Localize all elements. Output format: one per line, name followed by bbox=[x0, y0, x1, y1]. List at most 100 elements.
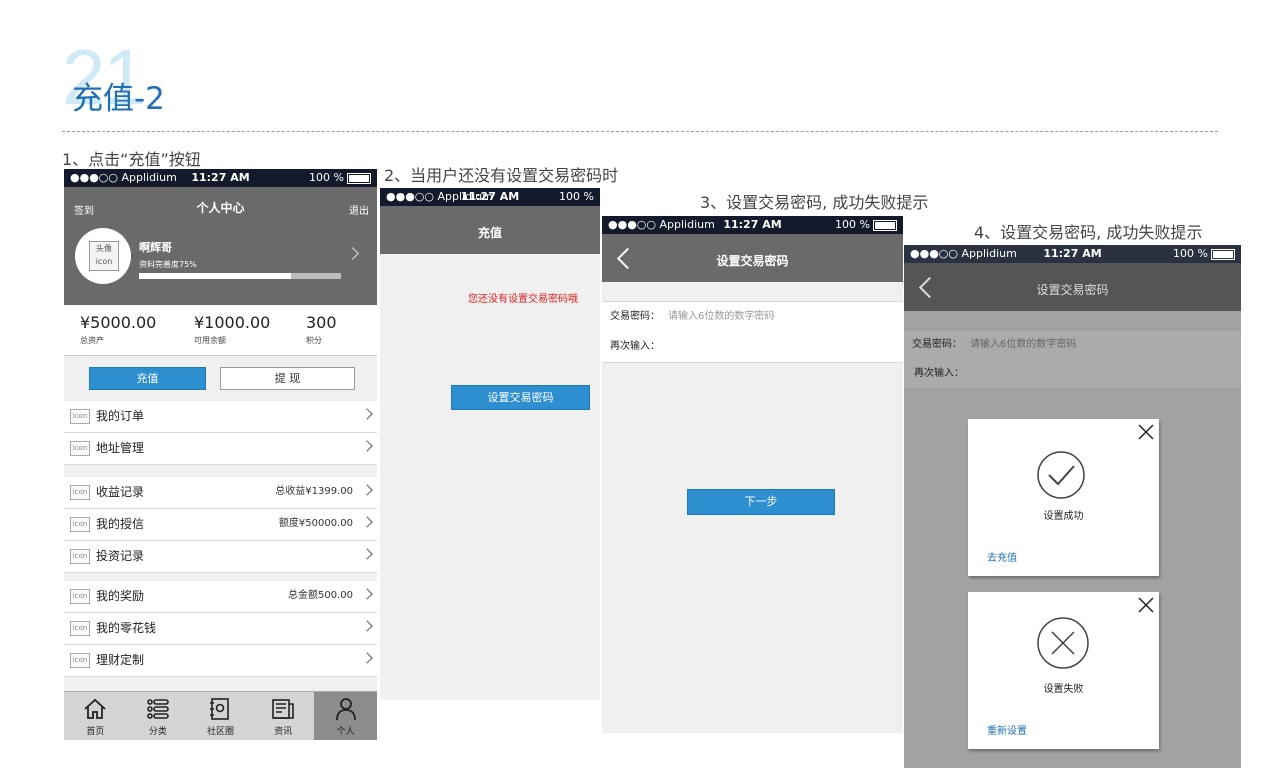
divider bbox=[62, 131, 1218, 132]
stat-label: 积分 bbox=[306, 336, 322, 345]
nav-title: 充值 bbox=[477, 226, 502, 240]
stat-value: ¥1000.00 bbox=[194, 313, 271, 332]
logout-button[interactable]: 退出 bbox=[349, 202, 369, 217]
header-title: 个人中心 bbox=[196, 201, 245, 215]
list-item[interactable]: icon 投资记录 bbox=[64, 541, 377, 573]
password-input[interactable]: 请输入6位数的数字密码 bbox=[668, 302, 774, 332]
close-icon[interactable] bbox=[1137, 596, 1155, 614]
tab-home[interactable]: 首页 bbox=[64, 692, 127, 740]
battery-label: 100 % bbox=[1173, 247, 1208, 260]
battery-indicator: 100 % bbox=[835, 216, 897, 234]
item-icon: icon bbox=[70, 549, 90, 564]
tab-label: 分类 bbox=[148, 727, 167, 737]
nav-bar: 设置交易密码 bbox=[904, 263, 1241, 311]
go-recharge-link[interactable]: 去充值 bbox=[987, 549, 1017, 564]
nav-title: 设置交易密码 bbox=[716, 254, 789, 268]
screen-personal-center: ●●●○○ Applidium 11:27 AM 100 % 签到 个人中心 退… bbox=[64, 169, 377, 740]
stat-available-balance: ¥1000.00 可用余额 bbox=[194, 313, 270, 346]
list-item[interactable]: icon 我的零花钱 bbox=[64, 613, 377, 645]
stat-total-assets: ¥5000.00 总资产 bbox=[80, 313, 156, 346]
item-icon: icon bbox=[70, 485, 90, 500]
confirm-password-label: 再次输入： bbox=[610, 341, 660, 352]
battery-label: 100 % bbox=[835, 218, 870, 231]
tab-label: 首页 bbox=[86, 727, 105, 737]
close-icon[interactable] bbox=[1137, 423, 1155, 441]
confirm-password-row[interactable]: 再次输入： bbox=[602, 332, 903, 363]
cross-circle-icon bbox=[1037, 617, 1089, 669]
battery-icon bbox=[1211, 248, 1235, 260]
list-item-label: 理财定制 bbox=[96, 653, 145, 667]
list-item[interactable]: icon 收益记录 总收益¥1399.00 bbox=[64, 477, 377, 509]
list-item[interactable]: icon 我的奖励 总金额500.00 bbox=[64, 581, 377, 613]
status-bar: ●●●○○ Applidium 11:27 AM 100 % bbox=[602, 216, 903, 234]
recharge-button[interactable]: 充值 bbox=[89, 367, 206, 390]
chevron-right-icon bbox=[361, 516, 373, 528]
password-label: 交易密码： bbox=[610, 311, 660, 322]
user-name: 啊辉哥 bbox=[139, 241, 172, 254]
item-icon: icon bbox=[70, 409, 90, 424]
list-item-label: 地址管理 bbox=[96, 441, 145, 455]
page-title: 充值-2 bbox=[72, 81, 165, 117]
tab-news[interactable]: 资讯 bbox=[252, 692, 315, 740]
next-step-button[interactable]: 下一步 bbox=[687, 489, 835, 515]
list-item-value: 总收益¥1399.00 bbox=[275, 486, 353, 497]
success-message: 设置成功 bbox=[1043, 511, 1084, 522]
chevron-right-icon bbox=[361, 408, 373, 420]
password-input[interactable]: 请输入6位数的数字密码 bbox=[970, 330, 1076, 359]
battery-label: 100 % bbox=[309, 171, 344, 184]
password-row[interactable]: 交易密码： 请输入6位数的数字密码 bbox=[904, 329, 1241, 360]
screen-recharge: ●●●○○ Applidium 11:27 AM 100 % 充值 您还没有设置… bbox=[380, 188, 600, 700]
step-1-caption: 1、点击“充值”按钮 bbox=[62, 150, 201, 169]
password-row[interactable]: 交易密码： 请输入6位数的数字密码 bbox=[602, 301, 903, 333]
chevron-right-icon bbox=[361, 484, 373, 496]
avatar-placeholder: 头像 icon bbox=[89, 241, 119, 271]
list-item-label: 我的授信 bbox=[96, 517, 145, 531]
avatar[interactable]: 头像 icon bbox=[75, 228, 131, 284]
confirm-password-row[interactable]: 再次输入： bbox=[904, 359, 1241, 389]
fail-message: 设置失败 bbox=[1043, 684, 1084, 695]
list-item-value: 总金额500.00 bbox=[288, 590, 353, 601]
list-item[interactable]: icon 理财定制 bbox=[64, 645, 377, 677]
asset-stats: ¥5000.00 总资产 ¥1000.00 可用余额 300 积分 bbox=[64, 305, 377, 356]
list-icon bbox=[147, 699, 169, 719]
tab-user[interactable]: 个人 bbox=[314, 692, 377, 740]
battery-icon bbox=[347, 172, 371, 184]
list-item-label: 收益记录 bbox=[96, 485, 145, 499]
list-item-label: 我的订单 bbox=[96, 409, 145, 423]
list-item[interactable]: icon 我的订单 bbox=[64, 401, 377, 433]
tab-community[interactable]: 社区圈 bbox=[189, 692, 252, 740]
tab-bar: 首页 分类 社区圈 资讯 个人 bbox=[64, 691, 377, 740]
list-item-label: 投资记录 bbox=[96, 549, 145, 563]
tab-label: 资讯 bbox=[274, 727, 293, 737]
stat-value: 300 bbox=[306, 313, 337, 332]
community-icon bbox=[210, 698, 230, 720]
status-bar: ●●●○○ Applidium 11:27 AM 100 % bbox=[380, 188, 600, 206]
item-icon: icon bbox=[70, 621, 90, 636]
profile-header: 签到 个人中心 退出 头像 icon 啊辉哥 资料完善度75% bbox=[64, 187, 377, 305]
list-item-label: 我的奖励 bbox=[96, 589, 145, 603]
screen-set-password-result: ●●●○○ Applidium 11:27 AM 100 % 设置交易密码 交易… bbox=[904, 245, 1241, 768]
nav-bar: 充值 bbox=[380, 206, 600, 254]
nav-title: 设置交易密码 bbox=[1036, 283, 1109, 297]
list-item[interactable]: icon 我的授信 额度¥50000.00 bbox=[64, 509, 377, 541]
step-2-caption: 2、当用户还没有设置交易密码时 bbox=[384, 166, 619, 185]
stat-points: 300 积分 bbox=[306, 313, 337, 346]
chevron-right-icon bbox=[361, 440, 373, 452]
withdraw-button[interactable]: 提 现 bbox=[220, 367, 355, 390]
stat-label: 总资产 bbox=[80, 336, 104, 345]
tab-label: 社区圈 bbox=[206, 727, 234, 737]
list-item-value: 额度¥50000.00 bbox=[278, 518, 353, 529]
home-icon bbox=[84, 698, 106, 719]
step-4-caption: 4、设置交易密码, 成功失败提示 bbox=[974, 223, 1203, 242]
set-password-button[interactable]: 设置交易密码 bbox=[451, 385, 590, 410]
status-bar: ●●●○○ Applidium 11:27 AM 100 % bbox=[904, 245, 1241, 263]
tab-list[interactable]: 分类 bbox=[127, 692, 190, 740]
success-dialog: 设置成功 去充值 bbox=[968, 419, 1159, 576]
retry-link[interactable]: 重新设置 bbox=[987, 722, 1027, 737]
chevron-right-icon bbox=[361, 620, 373, 632]
screen-set-password: ●●●○○ Applidium 11:27 AM 100 % 设置交易密码 交易… bbox=[602, 216, 903, 733]
list-item[interactable]: icon 地址管理 bbox=[64, 433, 377, 465]
chevron-right-icon bbox=[361, 652, 373, 664]
chevron-right-icon[interactable] bbox=[346, 247, 359, 260]
chevron-right-icon bbox=[361, 548, 373, 560]
